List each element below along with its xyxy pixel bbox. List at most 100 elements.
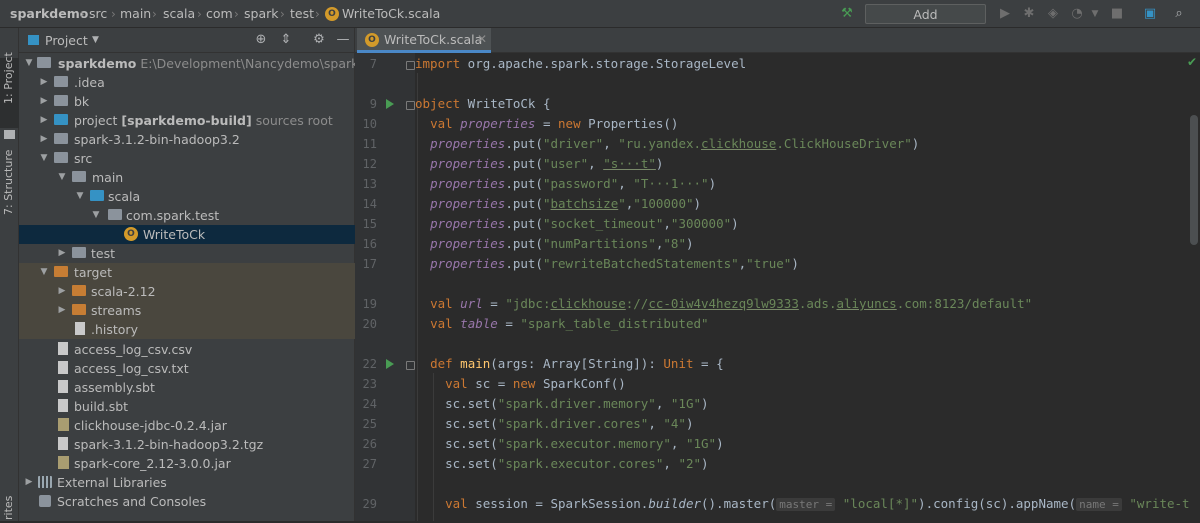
chevron-down-icon[interactable]: ▼ — [57, 168, 67, 187]
parameter-hint: name = — [1076, 498, 1122, 511]
tree-item-access-csv[interactable]: access_log_csv.csv — [19, 340, 355, 359]
chevron-right-icon[interactable]: ▶ — [39, 130, 49, 149]
code-token: .put( — [505, 196, 543, 211]
chevron-down-icon[interactable]: ▼ — [39, 263, 49, 282]
gear-icon[interactable]: ⚙ — [311, 32, 327, 48]
tree-item-spark-tgz[interactable]: spark-3.1.2-bin-hadoop3.2.tgz — [19, 435, 355, 454]
code-line-20: val table = "spark_table_distributed" — [430, 316, 709, 331]
tree-item-src[interactable]: ▼ src — [19, 149, 355, 168]
chevron-right-icon[interactable]: ▶ — [39, 92, 49, 111]
code-token: String — [588, 356, 634, 371]
code-line-7: import org.apache.spark.storage.StorageL… — [415, 54, 746, 74]
code-token: main — [460, 356, 491, 371]
tree-item-scala-212[interactable]: ▶ scala-2.12 — [19, 282, 355, 301]
breadcrumb-scala[interactable]: scala — [163, 0, 195, 28]
code-token: sc.set( — [445, 456, 498, 471]
chevron-down-icon[interactable]: ▼ — [39, 149, 49, 168]
tree-item-history[interactable]: .history — [19, 320, 355, 339]
tab-structure[interactable]: 7: Structure — [0, 150, 19, 238]
code-token: val — [430, 316, 453, 331]
run-gutter-icon[interactable] — [386, 359, 394, 369]
tab-project-label: 1: Project — [2, 52, 15, 104]
add-configuration-button[interactable]: Add Configuration... — [865, 4, 986, 41]
code-line-16: properties.put("numPartitions","8") — [430, 236, 694, 251]
chevron-down-icon[interactable]: ▼ — [75, 187, 85, 206]
editor-scrollbar[interactable] — [1190, 115, 1198, 245]
chevron-right-icon[interactable]: ▶ — [39, 73, 49, 92]
breadcrumb-main[interactable]: main — [120, 0, 151, 28]
tab-bottom[interactable]: rites — [0, 496, 19, 523]
code-token: "ru.yandex. — [618, 136, 702, 151]
chevron-down-icon[interactable]: ▼ — [1086, 5, 1104, 23]
tree-item-streams[interactable]: ▶ streams — [19, 301, 355, 320]
search-everywhere-icon[interactable]: ⌕ — [1170, 5, 1188, 23]
tree-item-label: scala — [108, 189, 141, 204]
tree-item-target[interactable]: ▼ target — [19, 263, 355, 282]
fold-icon[interactable] — [406, 61, 415, 70]
tree-item-writetock[interactable]: O WriteToCk — [19, 225, 355, 244]
tree-item-scala[interactable]: ▼ scala — [19, 187, 355, 206]
project-panel-header: Project ▼ ⊕ ⇕ ⚙ — — [19, 28, 355, 53]
breadcrumb-separator: › — [315, 7, 320, 21]
breadcrumb-test[interactable]: test — [290, 0, 314, 28]
code-token: "spark_table_distributed" — [520, 316, 709, 331]
project-view-title[interactable]: Project — [45, 28, 88, 53]
chevron-right-icon[interactable]: ▶ — [24, 473, 34, 492]
locate-file-icon[interactable]: ⊕ — [253, 32, 269, 48]
tree-item-spark-core-jar[interactable]: spark-core_2.12-3.0.0.jar — [19, 454, 355, 473]
code-line-19: val url = "jdbc:clickhouse://cc-0iw4v4he… — [430, 296, 1033, 311]
coverage-icon[interactable]: ◈ — [1044, 5, 1062, 23]
chevron-down-icon[interactable]: ▼ — [92, 28, 99, 53]
tree-item-scratches[interactable]: Scratches and Consoles — [19, 492, 355, 511]
tree-item-package[interactable]: ▼ com.spark.test — [19, 206, 355, 225]
tree-item-clickhouse-jar[interactable]: clickhouse-jdbc-0.2.4.jar — [19, 416, 355, 435]
code-token: aliyuncs — [836, 296, 897, 311]
line-number: 9 — [369, 97, 377, 111]
fold-icon[interactable] — [406, 101, 415, 110]
code-token: "4" — [663, 416, 686, 431]
chevron-down-icon[interactable]: ▼ — [91, 206, 101, 225]
run-icon[interactable]: ▶ — [996, 5, 1014, 23]
tab-project[interactable]: 1: Project — [0, 52, 19, 128]
tree-item-access-txt[interactable]: access_log_csv.txt — [19, 359, 355, 378]
chevron-right-icon[interactable]: ▶ — [39, 111, 49, 130]
profile-icon[interactable]: ◔ — [1068, 5, 1086, 23]
tree-item-label: bk — [74, 94, 90, 109]
breadcrumb-src[interactable]: src — [89, 0, 107, 28]
code-token: .ads. — [798, 296, 837, 311]
close-icon[interactable]: ✕ — [477, 28, 487, 51]
chevron-right-icon[interactable]: ▶ — [57, 244, 67, 263]
tree-item-build-sbt[interactable]: build.sbt — [19, 397, 355, 416]
tree-item-external-libraries[interactable]: ▶ External Libraries — [19, 473, 355, 492]
breadcrumb-spark[interactable]: spark — [244, 0, 279, 28]
code-token: "T···1···" — [633, 176, 709, 191]
tree-item-idea[interactable]: ▶ .idea — [19, 73, 355, 92]
chevron-right-icon[interactable]: ▶ — [57, 282, 67, 301]
collapse-all-icon[interactable]: ⇕ — [278, 32, 294, 48]
debug-icon[interactable]: ✱ — [1020, 5, 1038, 23]
tree-item-spark-bin[interactable]: ▶ spark-3.1.2-bin-hadoop3.2 — [19, 130, 355, 149]
breadcrumb-file[interactable]: WriteToCk.scala — [342, 0, 440, 28]
scala-object-icon: O — [365, 33, 379, 47]
stop-icon[interactable]: ■ — [1108, 5, 1126, 23]
build-hammer-icon[interactable]: ⚒ — [838, 5, 856, 23]
tree-item-sparkdemo[interactable]: ▼ sparkdemo E:\Development\Nancydemo\spa… — [19, 54, 394, 73]
chevron-right-icon[interactable]: ▶ — [57, 301, 67, 320]
code-editor[interactable]: import org.apache.spark.storage.StorageL… — [415, 53, 1200, 521]
code-token: "rewriteBatchedStatements" — [542, 256, 739, 271]
tree-item-assembly-sbt[interactable]: assembly.sbt — [19, 378, 355, 397]
editor-tab-writetock[interactable]: O WriteToCk.scala ✕ — [357, 28, 491, 53]
tree-item-test[interactable]: ▶ test — [19, 244, 355, 263]
tree-item-project[interactable]: ▶ project [sparkdemo-build] sources root — [19, 111, 355, 130]
project-structure-icon[interactable]: ▣ — [1141, 5, 1159, 23]
tree-item-main[interactable]: ▼ main — [19, 168, 355, 187]
hide-icon[interactable]: — — [335, 32, 351, 48]
fold-icon[interactable] — [406, 361, 415, 370]
line-number: 11 — [362, 137, 377, 151]
breadcrumb-sparkdemo[interactable]: sparkdemo — [10, 0, 88, 28]
chevron-down-icon[interactable]: ▼ — [24, 54, 34, 73]
code-token: "jdbc: — [505, 296, 551, 311]
breadcrumb-com[interactable]: com — [206, 0, 233, 28]
tree-item-bk[interactable]: ▶ bk — [19, 92, 355, 111]
run-gutter-icon[interactable] — [386, 99, 394, 109]
